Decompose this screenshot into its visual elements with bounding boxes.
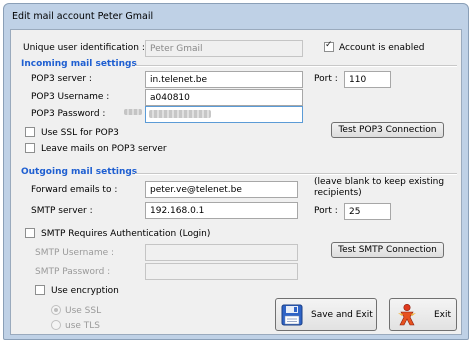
use-encryption-checkbox[interactable] [35, 285, 45, 295]
leave-mails-label: Leave mails on POP3 server [41, 144, 167, 154]
smtp-server-input[interactable]: 192.168.0.1 [145, 202, 298, 219]
window-title: Edit mail account Peter Gmail [12, 11, 154, 22]
pop3-username-input[interactable]: a040810 [145, 89, 303, 106]
pop3-ssl-label: Use SSL for POP3 [41, 128, 119, 138]
masked-password [149, 110, 211, 118]
smtp-server-label: SMTP server : [31, 206, 93, 216]
pop3-username-label: POP3 Username : [31, 92, 110, 102]
use-ssl-radio [51, 305, 61, 315]
smtp-password-input [145, 263, 298, 280]
smtp-username-input [145, 244, 298, 261]
test-pop3-button[interactable]: Test POP3 Connection [331, 122, 444, 138]
smtp-auth-label: SMTP Requires Authentication (Login) [41, 229, 211, 239]
password-blur-artifact [124, 109, 142, 115]
pop3-ssl-checkbox[interactable] [25, 127, 35, 137]
uid-field: Peter Gmail [145, 40, 303, 57]
account-enabled-checkbox[interactable] [324, 40, 334, 52]
incoming-divider [135, 65, 457, 67]
use-ssl-label: Use SSL [65, 306, 102, 316]
smtp-port-label: Port : [314, 206, 338, 216]
forward-hint-1: (leave blank to keep existing [314, 177, 445, 187]
smtp-username-label: SMTP Username : [35, 248, 115, 258]
pop3-port-label: Port : [314, 74, 338, 84]
pop3-password-input[interactable] [145, 106, 303, 123]
uid-label: Unique user identification : [23, 43, 145, 53]
outgoing-divider [135, 173, 457, 175]
dialog-content: Unique user identification : Peter Gmail… [10, 29, 462, 335]
leave-mails-checkbox[interactable] [25, 143, 35, 153]
dialog-window: Edit mail account Peter Gmail Unique use… [3, 3, 469, 340]
floppy-disk-icon [281, 304, 303, 329]
forward-label: Forward emails to : [31, 185, 118, 195]
smtp-port-input[interactable]: 25 [344, 203, 391, 220]
use-encryption-label: Use encryption [51, 286, 119, 296]
use-tls-radio [51, 320, 61, 330]
account-enabled-label: Account is enabled [339, 43, 425, 53]
test-smtp-button[interactable]: Test SMTP Connection [331, 242, 444, 258]
use-tls-label: use TLS [65, 321, 101, 331]
incoming-header: Incoming mail settings [21, 59, 137, 69]
pop3-password-label: POP3 Password : [31, 109, 106, 119]
forward-hint-2: recipients) [314, 188, 362, 198]
exit-person-icon [395, 303, 419, 330]
exit-label: Exit [434, 310, 452, 320]
exit-button[interactable]: Exit [389, 298, 457, 331]
save-and-exit-button[interactable]: Save and Exit [275, 298, 377, 331]
pop3-server-label: POP3 server : [31, 74, 92, 84]
pop3-port-input[interactable]: 110 [344, 71, 391, 88]
forward-input[interactable]: peter.ve@telenet.be [145, 181, 298, 198]
save-and-exit-label: Save and Exit [311, 310, 373, 320]
outgoing-header: Outgoing mail settings [21, 167, 138, 177]
pop3-server-input[interactable]: in.telenet.be [145, 71, 303, 88]
title-bar: Edit mail account Peter Gmail [4, 4, 468, 29]
smtp-password-label: SMTP Password : [35, 267, 111, 277]
smtp-auth-checkbox[interactable] [25, 228, 35, 238]
